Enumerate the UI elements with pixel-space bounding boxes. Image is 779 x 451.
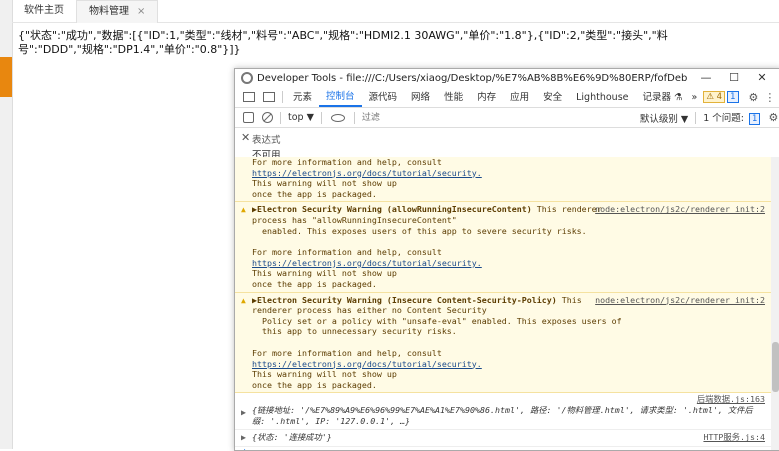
security-doc-link[interactable]: https://electronjs.org/docs/tutorial/sec…: [252, 359, 765, 370]
warning-text: once the app is packaged.: [252, 278, 377, 289]
warning-text: process has "allowRunningInsecureContent…: [252, 214, 457, 225]
tab-material-management[interactable]: 物料管理 ×: [76, 0, 159, 23]
tab-label: 软件主页: [24, 5, 64, 16]
app-accent-bar: [0, 57, 12, 97]
close-icon[interactable]: ×: [137, 6, 145, 17]
source-link[interactable]: node:electron/js2c/renderer init:2: [595, 295, 765, 306]
warning-text: enabled. This exposes users of this app …: [252, 225, 587, 236]
warning-text: this app to unnecessary security risks.: [252, 326, 457, 337]
warning-title[interactable]: ▶Electron Security Warning (allowRunning…: [252, 204, 532, 214]
source-link[interactable]: 后端数据.js:163: [697, 394, 765, 405]
source-link[interactable]: node:electron/js2c/renderer init:2: [595, 204, 765, 215]
warning-title[interactable]: ▶Electron Security Warning (Insecure Con…: [252, 295, 557, 305]
warning-text: For more information and help, consult: [252, 347, 442, 358]
scrollbar-thumb[interactable]: [772, 342, 779, 392]
console-warning: For more information and help, consult h…: [235, 157, 771, 203]
security-doc-link[interactable]: https://electronjs.org/docs/tutorial/sec…: [252, 168, 765, 179]
warning-text: This: [556, 294, 582, 305]
console-log: HTTP服务.js:4 ▶ {状态: '连接成功'}: [235, 430, 771, 448]
json-response-text: {"状态":"成功","数据":[{"ID":1,"类型":"线材","料号":…: [18, 29, 668, 56]
warning-text: Policy set or a policy with "unsafe-eval…: [252, 315, 622, 326]
warning-icon: ▲: [241, 295, 246, 305]
warning-text: This warning will not show up: [252, 369, 397, 380]
warning-text: renderer process has either no Content S…: [252, 305, 487, 316]
warning-text: once the app is packaged.: [252, 379, 377, 390]
source-link[interactable]: HTTP服务.js:4: [703, 432, 765, 443]
expand-arrow-icon[interactable]: ▶: [241, 407, 246, 418]
log-object[interactable]: {链接地址: '/%E7%89%A9%E6%96%99%E7%AE%A1%E7%…: [252, 405, 765, 426]
app-tab-bar: 软件主页 物料管理 ×: [12, 0, 779, 23]
expand-arrow-icon[interactable]: ▶: [241, 432, 246, 443]
warning-text: This warning will not show up: [252, 178, 397, 189]
console-log: 后端数据.js:163 ▶ {链接地址: '/%E7%89%A9%E6%96%9…: [235, 393, 771, 431]
warning-text: For more information and help, consult: [252, 157, 442, 167]
warning-text: This renderer: [531, 204, 602, 215]
console-warning: ▲ node:electron/js2c/renderer init:2 ▶El…: [235, 202, 771, 293]
warning-text: This warning will not show up: [252, 268, 397, 279]
log-object[interactable]: {状态: '连接成功'}: [252, 432, 765, 443]
warning-text: once the app is packaged.: [252, 188, 377, 199]
console-messages: For more information and help, consult h…: [235, 157, 771, 450]
security-doc-link[interactable]: https://electronjs.org/docs/tutorial/sec…: [252, 258, 765, 269]
console-area: For more information and help, consult h…: [235, 69, 779, 450]
warning-icon: ▲: [241, 205, 246, 215]
console-warning: ▲ node:electron/js2c/renderer init:2 ▶El…: [235, 292, 771, 394]
tab-label: 物料管理: [89, 6, 129, 17]
tab-software-home[interactable]: 软件主页: [12, 0, 76, 22]
console-scrollbar[interactable]: [771, 157, 779, 450]
warning-text: For more information and help, consult: [252, 247, 442, 258]
